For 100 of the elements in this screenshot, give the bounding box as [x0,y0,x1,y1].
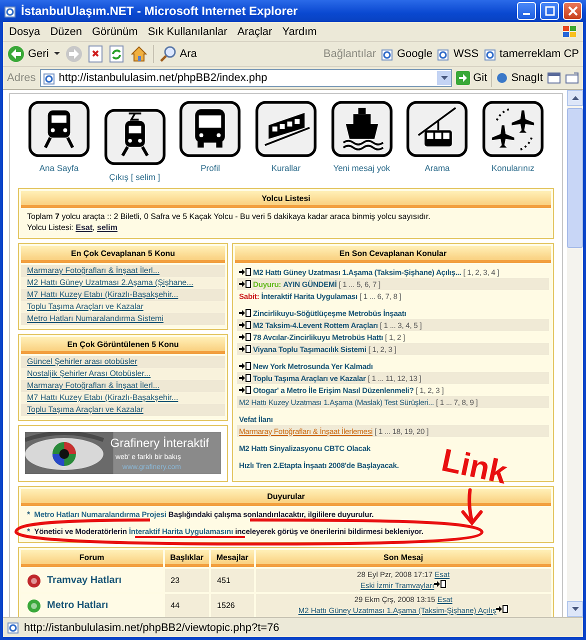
nav-link[interactable]: Ana Sayfa [24,100,94,182]
back-button[interactable]: Geri [7,45,49,63]
funicular-icon [254,100,317,158]
table-cell: 451 [211,569,254,592]
up-arrow-icon [572,96,578,100]
windows-logo-icon [563,26,577,38]
links-label: Bağlantılar [323,48,376,60]
new-post-icon [239,268,251,276]
go-button[interactable]: Git [456,71,488,85]
menu-item[interactable]: Araçlar [237,26,272,38]
topic-link[interactable]: Metro Hatları Numaralandırma Sistemi [21,313,225,325]
home-button[interactable] [130,45,148,63]
link-button[interactable]: Google [380,48,432,60]
train-icon [28,100,90,158]
address-label: Adres [7,72,36,84]
scroll-up-button[interactable] [567,90,583,106]
page-icon [437,48,450,60]
new-post-icon [496,605,508,613]
column-header: Forum [21,550,163,567]
link-button[interactable]: WSS [437,48,479,60]
link-button[interactable]: tamerreklam CP [484,48,579,60]
close-icon [568,6,578,16]
scrollbar-thumb[interactable] [567,108,583,248]
annotation-arrow [461,488,483,526]
menu-item[interactable]: Sık Kullanılanlar [148,26,228,38]
online-list-label: Yolcu Listesi: [27,223,74,232]
dropdown-arrow-icon[interactable] [54,52,60,56]
page-icon [380,48,394,60]
new-post-icon [239,345,251,353]
stop-button[interactable] [88,45,104,63]
panel-title: En Çok Görüntülenen 5 Konu [21,337,225,354]
online-summary: Toplam 7 yolcu araçta :: 2 Biletli, 0 Safra ve 5 Kaçak Yolcu - Bu veri 5 dakikaya kadar araca binmiş yolcu sayısıdır. [27,211,432,222]
ship-icon [330,100,393,158]
dropdown-arrow-icon[interactable] [440,76,448,80]
new-post-icon [434,580,446,588]
window-icon[interactable] [547,72,561,84]
nav-link[interactable]: Profil [175,100,246,182]
user-link[interactable]: selim [97,223,118,232]
panel-title: En Son Cevaplanan Konular [235,246,551,263]
nav-link[interactable]: Çıkış [ selim ] [100,108,170,182]
column-header: Başlıklar [164,550,210,567]
user-link[interactable]: Esat [76,223,93,232]
search-icon [158,45,177,63]
page-icon [484,48,497,60]
nav-link[interactable]: Arama [402,100,472,182]
cable-car-icon [406,100,468,158]
topic-link[interactable]: Marmaray Fotoğrafları & İnşaat İlerl... [21,380,225,392]
new-post-icon [239,280,251,288]
page-icon [7,621,20,634]
topic-link[interactable]: Marmaray Fotoğrafları & İnşaat İlerl... [21,265,225,277]
scroll-down-button[interactable] [567,601,583,617]
search-button[interactable]: Ara [158,45,197,63]
menu-item[interactable]: Düzen [50,26,82,38]
page-icon [42,72,56,84]
down-arrow-icon [572,607,578,611]
airplane-icon [482,100,544,158]
banner-title: Grafinery İnteraktif [110,436,209,450]
bullet: * [27,527,30,536]
refresh-button[interactable] [108,45,125,63]
nav-link[interactable]: Konularınız [478,100,548,182]
topic-link[interactable]: Toplu Taşıma Araçları ve Kazalar [21,301,225,313]
topic-link[interactable]: Güncel Şehirler arası otobüsler [21,356,225,368]
column-header: Son Mesaj [256,550,551,567]
table-cell: 23 [164,569,210,592]
topic-link[interactable]: M2 Hattı Güney Uzatması 2.Aşama (Şişhane... [21,277,225,289]
nav-link[interactable]: Yeni mesaj yok [326,100,397,182]
forum-link[interactable]: Metro Hatları [47,600,108,611]
topic-link[interactable]: M7 Hattı Kuzey Etabı (Kirazlı-Başakşehir... [21,392,225,404]
table-cell: 44 [164,594,210,617]
table-cell: 1526 [211,594,254,617]
window-title: İstanbulUlaşım.NET - Microsoft Internet Explorer [21,4,299,18]
topic-link[interactable]: Toplu Taşıma Araçları ve Kazalar [21,404,225,416]
topic-link[interactable]: M7 Hattı Kuzey Etabı (Kirazlı-Başakşehir... [21,289,225,301]
bus-icon [179,100,242,158]
new-post-icon [239,309,251,317]
separator: , [92,223,95,232]
maximize-icon [544,6,554,16]
panel-title: Duyurular [21,489,551,506]
forum-link[interactable]: Tramvay Hatları [47,575,122,586]
window-icon[interactable] [565,72,579,84]
address-field[interactable]: http://istanbululasim.net/phpBB2/index.php [40,69,452,87]
minimize-button[interactable] [517,2,536,20]
bullet: * [27,510,30,519]
new-post-icon [239,374,251,382]
panel-title: Yolcu Listesi [21,191,551,208]
menu-item[interactable]: Dosya [9,26,40,38]
column-header: Mesajlar [211,550,254,567]
new-post-icon [239,362,251,370]
menu-item[interactable]: Görünüm [92,26,138,38]
go-arrow-icon [456,71,470,85]
maximize-button[interactable] [540,2,559,20]
panel-title: En Çok Cevaplanan 5 Konu [21,246,225,263]
close-button[interactable] [563,2,582,20]
nav-link[interactable]: Kurallar [250,100,321,182]
annotation-text: Link [438,442,510,491]
snagit-button[interactable]: SnagIt [496,72,543,84]
status-text: http://istanbululasim.net/phpBB2/viewtopic.php?t=76 [24,622,280,634]
topic-link[interactable]: Nostaljik Şehirler Arası Otobüsler... [21,368,225,380]
menu-item[interactable]: Yardım [282,26,317,38]
browser-icon [4,4,17,18]
